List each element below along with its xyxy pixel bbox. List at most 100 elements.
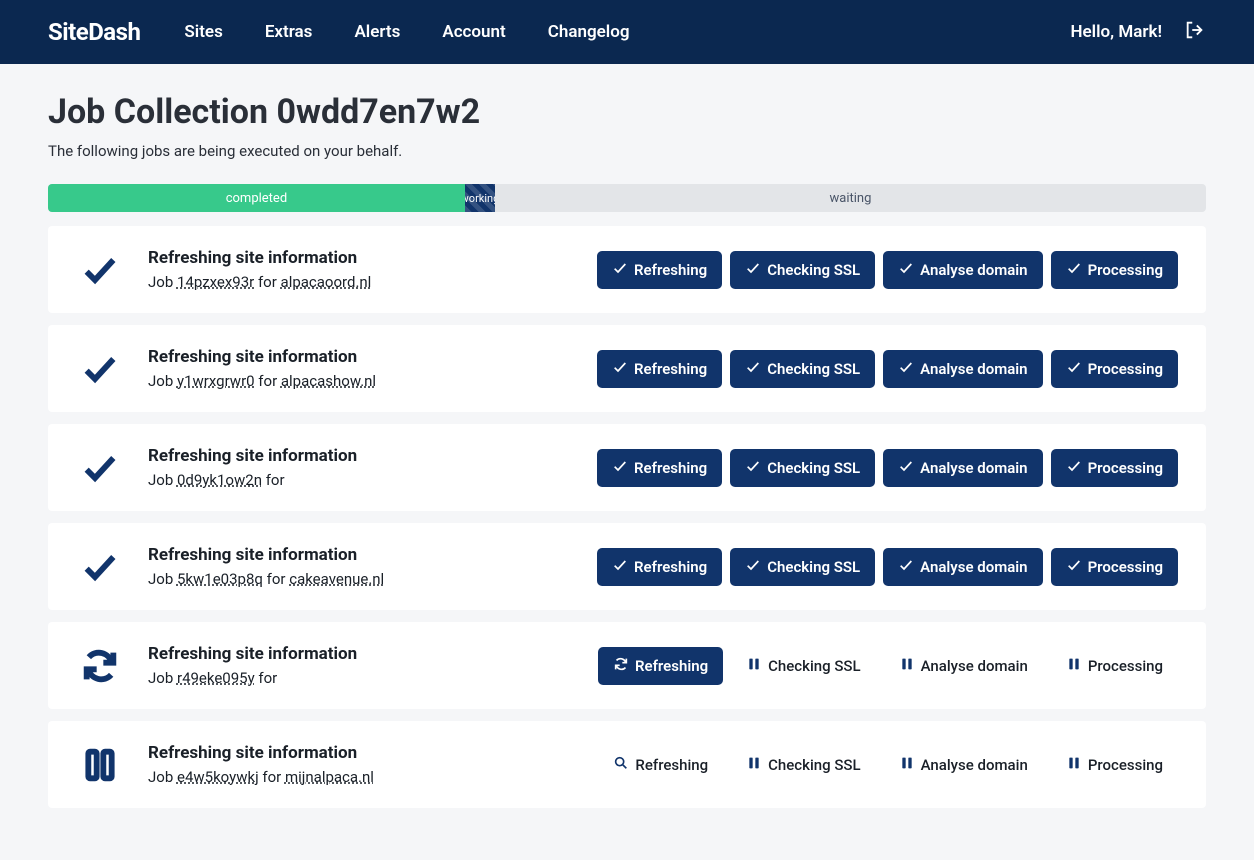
job-card: Refreshing site informationJob y1wrxgrwr… <box>48 325 1206 412</box>
step-label: Checking SSL <box>767 261 860 279</box>
step-checking_ssl-pill[interactable]: Checking SSL <box>730 548 875 586</box>
check-icon <box>745 557 761 577</box>
step-processing-pill[interactable]: Processing <box>1051 449 1178 487</box>
step-processing-pill[interactable]: Processing <box>1051 350 1178 388</box>
check-icon <box>898 260 914 280</box>
brand-logo[interactable]: SiteDash <box>48 18 140 46</box>
job-info: Refreshing site information Job e4w5koywk… <box>148 743 498 786</box>
check-icon <box>745 359 761 379</box>
job-info: Refreshing site information Job 5kw1e03p8… <box>148 545 498 588</box>
job-title: Refreshing site information <box>148 644 498 664</box>
job-meta: Job e4w5koywkj for mijnalpaca.nl <box>148 768 498 786</box>
nav-sites[interactable]: Sites <box>184 22 222 42</box>
step-refreshing-pill[interactable]: Refreshing <box>597 449 722 487</box>
job-title: Refreshing site information <box>148 248 498 268</box>
check-icon <box>745 458 761 478</box>
job-card: Refreshing site information Job 5kw1e03p8… <box>48 523 1206 610</box>
job-meta: Job 0d9yk1ow2n for <box>148 471 498 489</box>
step-label: Processing <box>1088 756 1163 774</box>
step-refreshing-pill[interactable]: Refreshing <box>597 251 722 289</box>
job-site-link[interactable]: cakeavenue.nl <box>289 570 384 588</box>
check-icon <box>612 458 628 478</box>
job-status-done-icon <box>70 547 130 587</box>
pause-icon <box>746 755 762 775</box>
step-checking_ssl-pill[interactable]: Checking SSL <box>731 746 875 784</box>
job-id-link[interactable]: 14pzxex93r <box>177 273 254 291</box>
step-label: Processing <box>1088 558 1163 576</box>
step-processing-pill[interactable]: Processing <box>1051 548 1178 586</box>
check-icon <box>898 458 914 478</box>
pause-icon <box>899 656 915 676</box>
step-checking_ssl-pill[interactable]: Checking SSL <box>730 350 875 388</box>
step-label: Checking SSL <box>767 360 860 378</box>
job-status-running-icon <box>70 646 130 686</box>
check-icon <box>1066 359 1082 379</box>
nav-alerts[interactable]: Alerts <box>354 22 400 42</box>
job-site-link[interactable]: mijnalpaca.nl <box>285 768 374 786</box>
step-label: Refreshing <box>635 657 708 675</box>
nav-changelog[interactable]: Changelog <box>548 22 630 42</box>
progress-working: working <box>465 184 495 212</box>
step-pill-row: Refreshing Checking SSL Analyse domain Proc… <box>598 647 1178 685</box>
step-refreshing-pill[interactable]: Refreshing <box>598 746 723 784</box>
job-title: Refreshing site information <box>148 347 498 367</box>
job-meta: Job 14pzxex93r for alpacaoord.nl <box>148 273 498 291</box>
step-processing-pill[interactable]: Processing <box>1051 746 1178 784</box>
step-checking_ssl-pill[interactable]: Checking SSL <box>731 647 875 685</box>
step-label: Analyse domain <box>920 261 1027 279</box>
step-analyse_domain-pill[interactable]: Analyse domain <box>884 647 1043 685</box>
job-id-link[interactable]: y1wrxgrwr0 <box>177 372 255 390</box>
step-label: Analyse domain <box>921 657 1028 675</box>
job-card: Refreshing site informationJob r49eke095… <box>48 622 1206 709</box>
step-label: Analyse domain <box>920 459 1027 477</box>
job-site-link[interactable]: alpacaoord.nl <box>281 273 372 291</box>
step-label: Processing <box>1088 360 1163 378</box>
job-card: Refreshing site information Job 14pzxex93… <box>48 226 1206 313</box>
step-label: Analyse domain <box>921 756 1028 774</box>
page-title: Job Collection 0wdd7en7w2 <box>48 92 1206 132</box>
progress-completed: completed <box>48 184 465 212</box>
step-label: Refreshing <box>634 558 707 576</box>
step-refreshing-pill[interactable]: Refreshing <box>598 647 723 685</box>
job-id-link[interactable]: 0d9yk1ow2n <box>177 471 262 489</box>
step-label: Checking SSL <box>767 459 860 477</box>
check-icon <box>612 260 628 280</box>
job-id-link[interactable]: e4w5koywkj <box>177 768 259 786</box>
step-refreshing-pill[interactable]: Refreshing <box>597 548 722 586</box>
job-info: Refreshing site information Job 0d9yk1ow2… <box>148 446 498 489</box>
check-icon <box>1066 557 1082 577</box>
nav-account[interactable]: Account <box>442 22 505 42</box>
step-analyse_domain-pill[interactable]: Analyse domain <box>883 251 1042 289</box>
step-refreshing-pill[interactable]: Refreshing <box>597 350 722 388</box>
step-analyse_domain-pill[interactable]: Analyse domain <box>883 548 1042 586</box>
job-info: Refreshing site informationJob y1wrxgrwr… <box>148 347 498 390</box>
nav-links: Sites Extras Alerts Account Changelog <box>184 22 629 42</box>
job-card: Refreshing site information Job 0d9yk1ow2… <box>48 424 1206 511</box>
nav-extras[interactable]: Extras <box>265 22 313 42</box>
step-analyse_domain-pill[interactable]: Analyse domain <box>883 350 1042 388</box>
job-id-link[interactable]: 5kw1e03p8q <box>177 570 263 588</box>
logout-icon[interactable] <box>1184 19 1206 45</box>
step-analyse_domain-pill[interactable]: Analyse domain <box>884 746 1043 784</box>
job-status-done-icon <box>70 349 130 389</box>
step-checking_ssl-pill[interactable]: Checking SSL <box>730 251 875 289</box>
step-checking_ssl-pill[interactable]: Checking SSL <box>730 449 875 487</box>
job-id-link[interactable]: r49eke095y <box>177 669 255 687</box>
page-subtitle: The following jobs are being executed on… <box>48 142 1206 160</box>
job-meta: Job 5kw1e03p8q for cakeavenue.nl <box>148 570 498 588</box>
job-title: Refreshing site information <box>148 446 498 466</box>
step-label: Processing <box>1088 459 1163 477</box>
step-analyse_domain-pill[interactable]: Analyse domain <box>883 449 1042 487</box>
progress-bar: completed working waiting <box>48 184 1206 212</box>
job-list: Refreshing site information Job 14pzxex93… <box>48 226 1206 808</box>
job-site-link[interactable]: alpacashow.nl <box>281 372 376 390</box>
job-card: Refreshing site information Job e4w5koywk… <box>48 721 1206 808</box>
step-processing-pill[interactable]: Processing <box>1051 251 1178 289</box>
step-processing-pill[interactable]: Processing <box>1051 647 1178 685</box>
job-title: Refreshing site information <box>148 743 498 763</box>
step-label: Refreshing <box>634 261 707 279</box>
job-title: Refreshing site information <box>148 545 498 565</box>
step-label: Checking SSL <box>767 558 860 576</box>
step-label: Processing <box>1088 261 1163 279</box>
step-label: Refreshing <box>634 459 707 477</box>
